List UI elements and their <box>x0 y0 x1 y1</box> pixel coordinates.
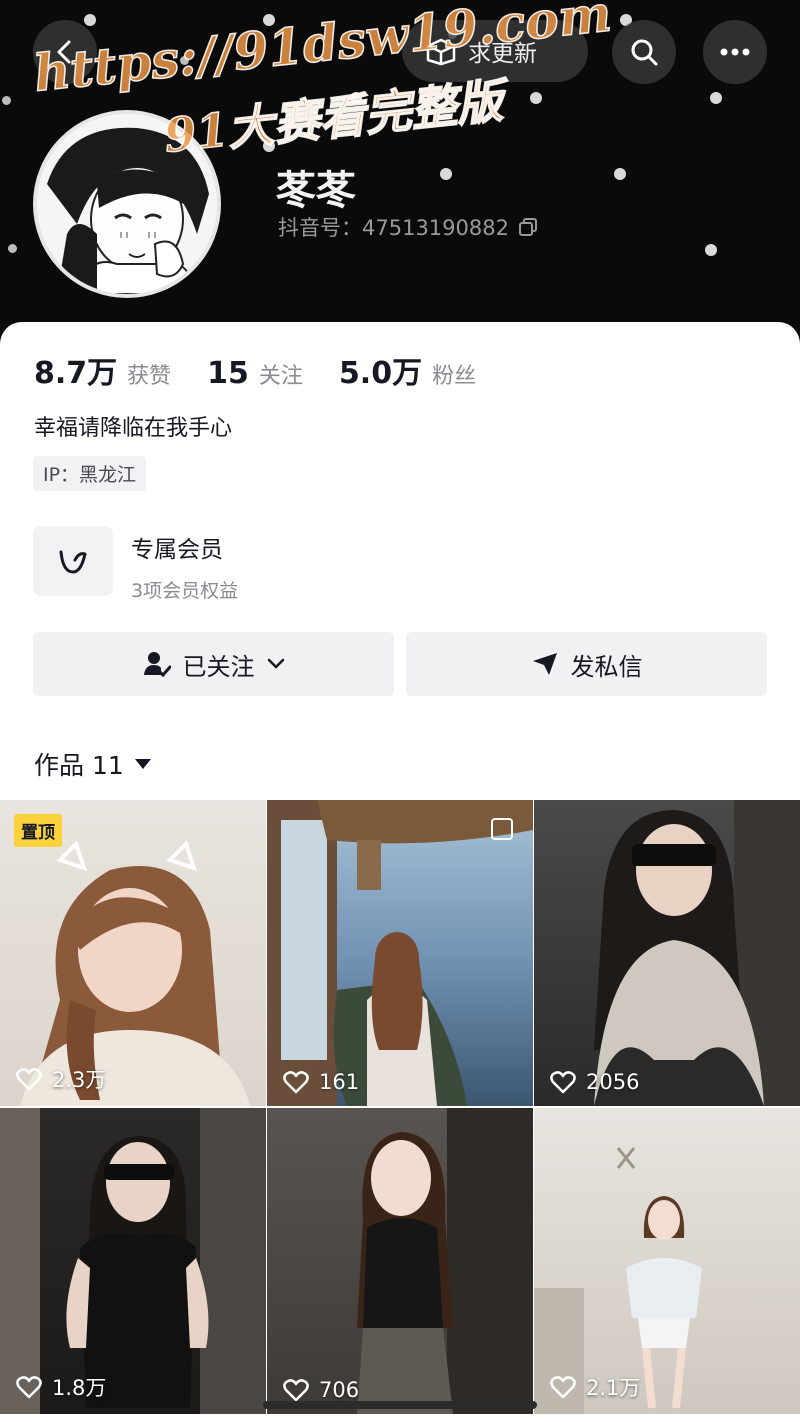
star-decoration <box>705 244 717 256</box>
send-message-button[interactable]: 发私信 <box>406 632 767 696</box>
membership-icon <box>33 526 113 596</box>
stat-value: 5.0万 <box>338 356 423 391</box>
video-tile[interactable]: 2056 <box>534 800 800 1106</box>
user-check-icon <box>143 652 171 677</box>
more-options-button[interactable] <box>703 20 767 84</box>
multi-image-icon <box>491 818 513 840</box>
membership-title: 专属会员 <box>131 537 223 563</box>
send-message-label: 发私信 <box>570 652 643 681</box>
heart-icon <box>16 1376 42 1399</box>
video-thumbnail <box>0 1108 266 1414</box>
caret-down-icon <box>134 759 151 769</box>
pinned-badge: 置顶 <box>14 814 62 847</box>
chevron-down-icon <box>267 658 284 669</box>
video-likes-count: 1.8万 <box>52 1376 107 1400</box>
video-likes-count: 2.3万 <box>52 1068 107 1092</box>
stat-value: 8.7万 <box>34 356 118 391</box>
stat-following[interactable]: 15 关注 <box>207 356 303 391</box>
video-likes: 1.8万 <box>16 1372 106 1402</box>
video-grid: 置顶 2.3万 161 2056 1.8万 706 2.1万 <box>0 800 800 1414</box>
profile-stats: 8.7万 获赞 15 关注 5.0万 粉丝 <box>34 348 476 392</box>
video-likes-count: 2056 <box>586 1070 640 1094</box>
home-indicator[interactable] <box>263 1401 537 1409</box>
profile-bio: 幸福请降临在我手心 <box>34 416 233 441</box>
followed-label: 已关注 <box>182 652 255 681</box>
video-likes: 2056 <box>550 1070 639 1094</box>
star-decoration <box>440 168 452 180</box>
video-likes-count: 161 <box>319 1070 360 1094</box>
video-thumbnail <box>267 800 533 1106</box>
star-decoration <box>84 14 96 26</box>
send-icon <box>532 653 557 675</box>
heart-icon <box>16 1068 42 1091</box>
video-tile[interactable]: 2.1万 <box>534 1108 800 1414</box>
tab-works[interactable]: 作品 11 <box>34 746 152 782</box>
video-tile[interactable]: 置顶 2.3万 <box>0 800 266 1106</box>
stat-label: 粉丝 <box>432 364 477 389</box>
video-likes-count: 2.1万 <box>586 1376 641 1400</box>
video-thumbnail <box>534 1147 702 1414</box>
membership-entry[interactable]: 专属会员 3项会员权益 <box>33 526 238 603</box>
douyin-id: 抖音号：47513190882 <box>278 212 539 242</box>
stat-value: 15 <box>207 356 249 391</box>
heart-icon <box>283 1379 309 1402</box>
heart-icon <box>550 1376 576 1399</box>
ellipsis-icon <box>720 48 750 56</box>
video-thumbnail <box>357 1108 533 1414</box>
video-likes: 2.3万 <box>16 1064 106 1094</box>
douyin-id-text: 抖音号：47513190882 <box>278 216 509 240</box>
star-decoration <box>2 96 11 105</box>
video-likes: 161 <box>283 1070 359 1094</box>
search-icon <box>631 39 658 66</box>
ip-location-tag: IP：黑龙江 <box>33 456 147 491</box>
stat-followers[interactable]: 5.0万 粉丝 <box>339 348 476 392</box>
heart-icon <box>283 1071 309 1094</box>
heart-icon <box>550 1071 576 1094</box>
membership-subtitle: 3项会员权益 <box>131 580 239 602</box>
copy-icon[interactable] <box>517 216 539 238</box>
star-decoration <box>710 92 722 104</box>
star-decoration <box>8 244 17 253</box>
video-likes-count: 706 <box>319 1378 360 1402</box>
stat-label: 关注 <box>258 364 303 389</box>
video-tile[interactable]: 161 <box>267 800 533 1106</box>
stat-label: 获赞 <box>127 364 172 389</box>
video-tile[interactable]: 706 <box>267 1108 533 1414</box>
star-decoration <box>530 92 542 104</box>
search-button[interactable] <box>612 20 676 84</box>
video-likes: 2.1万 <box>550 1372 640 1402</box>
works-tab-label: 作品 11 <box>34 751 124 780</box>
profile-header: 求更新 苳苳 抖音号：47513190882 https://91dsw19.c… <box>0 0 800 360</box>
stat-likes: 8.7万 获赞 <box>34 348 171 392</box>
video-tile[interactable]: 1.8万 <box>0 1108 266 1414</box>
video-thumbnail <box>594 800 800 1106</box>
followed-button[interactable]: 已关注 <box>33 632 394 696</box>
video-likes: 706 <box>283 1378 359 1402</box>
profile-nickname: 苳苳 <box>276 168 356 214</box>
star-decoration <box>614 168 626 180</box>
